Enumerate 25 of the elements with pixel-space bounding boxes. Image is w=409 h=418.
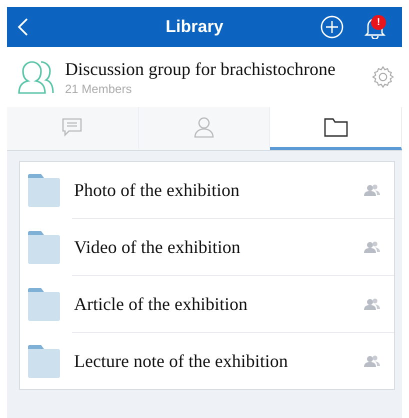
notification-badge: !	[371, 15, 386, 30]
folder-row[interactable]: Video of the exhibition	[20, 219, 394, 275]
member-count: 21 Members	[65, 82, 133, 96]
folder-row[interactable]: Article of the exhibition	[20, 276, 394, 332]
screen-title: Library	[164, 17, 224, 37]
folder-row[interactable]: Photo of the exhibition	[20, 162, 394, 218]
chat-icon	[61, 117, 84, 137]
group-name: Discussion group for brachistochrone	[65, 58, 336, 80]
folder-name: Video of the exhibition	[74, 236, 242, 258]
notification-button[interactable]: !	[364, 15, 386, 39]
tab[interactable]	[270, 107, 402, 150]
group-icon	[15, 59, 55, 95]
folder-icon	[28, 344, 60, 378]
folder-icon	[28, 287, 60, 321]
folder-icon	[324, 117, 348, 137]
folder-name: Photo of the exhibition	[74, 180, 240, 200]
folder-name: Article of the exhibition	[74, 294, 248, 314]
settings-button[interactable]	[372, 66, 394, 88]
folder-icon	[28, 230, 60, 264]
folder-icon	[28, 173, 60, 207]
back-button[interactable]	[17, 17, 29, 37]
folder-row[interactable]: Lecture note of the exhibition	[20, 333, 394, 389]
add-button[interactable]	[320, 15, 344, 39]
folder-name: Lecture note of the exhibition	[74, 350, 289, 372]
person-icon	[193, 116, 215, 138]
